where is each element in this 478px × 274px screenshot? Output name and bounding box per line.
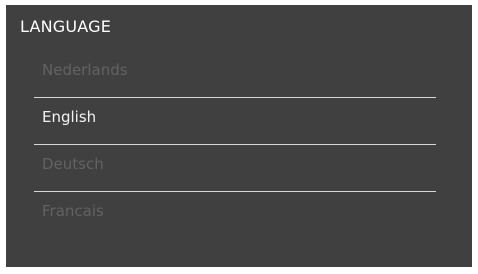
language-option-deutsch[interactable]: Deutsch	[34, 145, 436, 191]
language-option-label: Francais	[42, 202, 104, 220]
language-option-english[interactable]: English	[34, 98, 436, 144]
language-option-label: Nederlands	[42, 61, 128, 79]
language-list: Nederlands English Deutsch Francais	[34, 51, 436, 238]
panel-title: LANGUAGE	[20, 17, 112, 36]
language-panel: LANGUAGE Nederlands English Deutsch Fran…	[6, 5, 472, 267]
language-option-francais[interactable]: Francais	[34, 192, 436, 238]
language-option-label: English	[42, 108, 97, 126]
language-option-nederlands[interactable]: Nederlands	[34, 51, 436, 97]
language-option-label: Deutsch	[42, 155, 104, 173]
